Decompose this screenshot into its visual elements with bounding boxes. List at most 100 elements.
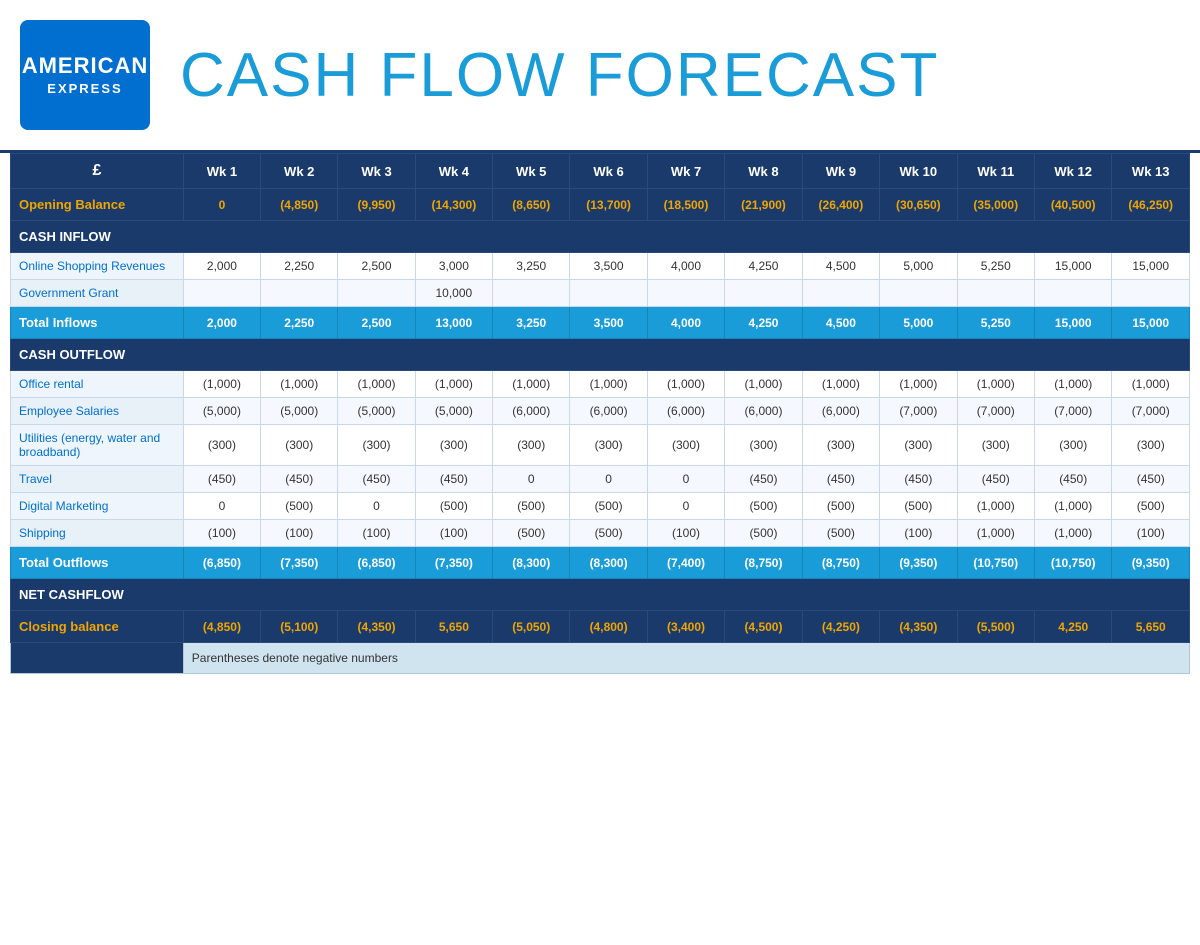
cell-value bbox=[1034, 280, 1111, 307]
table-row: Opening Balance0(4,850)(9,950)(14,300)(8… bbox=[11, 189, 1190, 221]
cell-value: 5,000 bbox=[880, 307, 957, 339]
row-label: Shipping bbox=[11, 520, 184, 547]
cell-value: (8,300) bbox=[493, 547, 570, 579]
cell-value: (1,000) bbox=[957, 371, 1034, 398]
cell-value: (6,850) bbox=[338, 547, 415, 579]
cell-value: (1,000) bbox=[493, 371, 570, 398]
cell-value: (14,300) bbox=[415, 189, 492, 221]
cell-value: (300) bbox=[261, 425, 338, 466]
cell-value: (1,000) bbox=[880, 371, 957, 398]
cell-value: (100) bbox=[183, 520, 260, 547]
cell-value: (5,000) bbox=[338, 398, 415, 425]
cell-value: (26,400) bbox=[802, 189, 879, 221]
cell-value: (40,500) bbox=[1034, 189, 1111, 221]
cell-value: (10,750) bbox=[1034, 547, 1111, 579]
cell-value: (7,000) bbox=[880, 398, 957, 425]
cell-value: 4,500 bbox=[802, 253, 879, 280]
wk8-header: Wk 8 bbox=[725, 154, 802, 189]
cell-value: (3,400) bbox=[647, 611, 724, 643]
cell-value: (300) bbox=[493, 425, 570, 466]
wk11-header: Wk 11 bbox=[957, 154, 1034, 189]
cell-value bbox=[493, 280, 570, 307]
cell-value: (21,900) bbox=[725, 189, 802, 221]
wk4-header: Wk 4 bbox=[415, 154, 492, 189]
cell-value: (6,000) bbox=[647, 398, 724, 425]
row-label: Opening Balance bbox=[11, 189, 184, 221]
cell-value: (7,350) bbox=[261, 547, 338, 579]
footer-row: Parentheses denote negative numbers bbox=[11, 643, 1190, 674]
cell-value: (300) bbox=[415, 425, 492, 466]
cell-value: (1,000) bbox=[957, 520, 1034, 547]
header: AMERICAN EXPRESS CASH FLOW FORECAST bbox=[0, 0, 1200, 153]
cell-value: 5,650 bbox=[1112, 611, 1190, 643]
cell-value: (8,650) bbox=[493, 189, 570, 221]
cell-value: 2,250 bbox=[261, 253, 338, 280]
cell-value: 13,000 bbox=[415, 307, 492, 339]
table-row: Total Inflows2,0002,2502,50013,0003,2503… bbox=[11, 307, 1190, 339]
cell-value: (450) bbox=[1112, 466, 1190, 493]
cell-value: 4,000 bbox=[647, 253, 724, 280]
cell-value: (18,500) bbox=[647, 189, 724, 221]
cell-value: (9,350) bbox=[1112, 547, 1190, 579]
cell-value: (100) bbox=[261, 520, 338, 547]
wk2-header: Wk 2 bbox=[261, 154, 338, 189]
cell-value: (10,750) bbox=[957, 547, 1034, 579]
cell-value: (5,050) bbox=[493, 611, 570, 643]
row-label: Closing balance bbox=[11, 611, 184, 643]
section-label: NET CASHFLOW bbox=[11, 579, 1190, 611]
cell-value: (500) bbox=[570, 493, 647, 520]
cell-value: (450) bbox=[183, 466, 260, 493]
cell-value: 2,500 bbox=[338, 307, 415, 339]
cell-value: 5,650 bbox=[415, 611, 492, 643]
cell-value: (100) bbox=[415, 520, 492, 547]
cell-value: (4,800) bbox=[570, 611, 647, 643]
cell-value: 0 bbox=[183, 189, 260, 221]
cell-value: (5,000) bbox=[415, 398, 492, 425]
cell-value: (500) bbox=[415, 493, 492, 520]
row-label: Government Grant bbox=[11, 280, 184, 307]
table-row: Online Shopping Revenues2,0002,2502,5003… bbox=[11, 253, 1190, 280]
cell-value bbox=[802, 280, 879, 307]
cell-value: 4,000 bbox=[647, 307, 724, 339]
section-label: CASH OUTFLOW bbox=[11, 339, 1190, 371]
cell-value: (100) bbox=[880, 520, 957, 547]
cell-value: (300) bbox=[880, 425, 957, 466]
table-row: Total Outflows(6,850)(7,350)(6,850)(7,35… bbox=[11, 547, 1190, 579]
cell-value bbox=[338, 280, 415, 307]
cell-value: (1,000) bbox=[647, 371, 724, 398]
row-label: Office rental bbox=[11, 371, 184, 398]
cell-value: (1,000) bbox=[338, 371, 415, 398]
cell-value: (1,000) bbox=[183, 371, 260, 398]
amex-logo-line1: AMERICAN bbox=[22, 54, 149, 78]
cell-value: (1,000) bbox=[1034, 493, 1111, 520]
cell-value: (1,000) bbox=[1112, 371, 1190, 398]
cell-value: (4,350) bbox=[880, 611, 957, 643]
cell-value: (8,300) bbox=[570, 547, 647, 579]
cell-value: (4,500) bbox=[725, 611, 802, 643]
cell-value: (6,000) bbox=[570, 398, 647, 425]
cell-value: (4,850) bbox=[261, 189, 338, 221]
net-cashflow-header: NET CASHFLOW bbox=[11, 579, 1190, 611]
cash-inflow-header: CASH INFLOW bbox=[11, 221, 1190, 253]
cell-value: 4,250 bbox=[725, 253, 802, 280]
cell-value: (450) bbox=[338, 466, 415, 493]
cell-value: (1,000) bbox=[1034, 371, 1111, 398]
cell-value: 0 bbox=[493, 466, 570, 493]
row-label: Total Inflows bbox=[11, 307, 184, 339]
cell-value: 0 bbox=[338, 493, 415, 520]
cell-value bbox=[725, 280, 802, 307]
page-title: CASH FLOW FORECAST bbox=[180, 40, 939, 111]
cell-value: (450) bbox=[261, 466, 338, 493]
cell-value: (8,750) bbox=[725, 547, 802, 579]
cell-value: (5,500) bbox=[957, 611, 1034, 643]
cell-value: 4,250 bbox=[725, 307, 802, 339]
cell-value: (300) bbox=[1112, 425, 1190, 466]
cell-value: (9,350) bbox=[880, 547, 957, 579]
cell-value: (450) bbox=[1034, 466, 1111, 493]
row-label: Travel bbox=[11, 466, 184, 493]
cell-value: 2,250 bbox=[261, 307, 338, 339]
table-row: Utilities (energy, water and broadband)(… bbox=[11, 425, 1190, 466]
cell-value: (1,000) bbox=[725, 371, 802, 398]
cell-value: (300) bbox=[570, 425, 647, 466]
cell-value: 3,250 bbox=[493, 307, 570, 339]
